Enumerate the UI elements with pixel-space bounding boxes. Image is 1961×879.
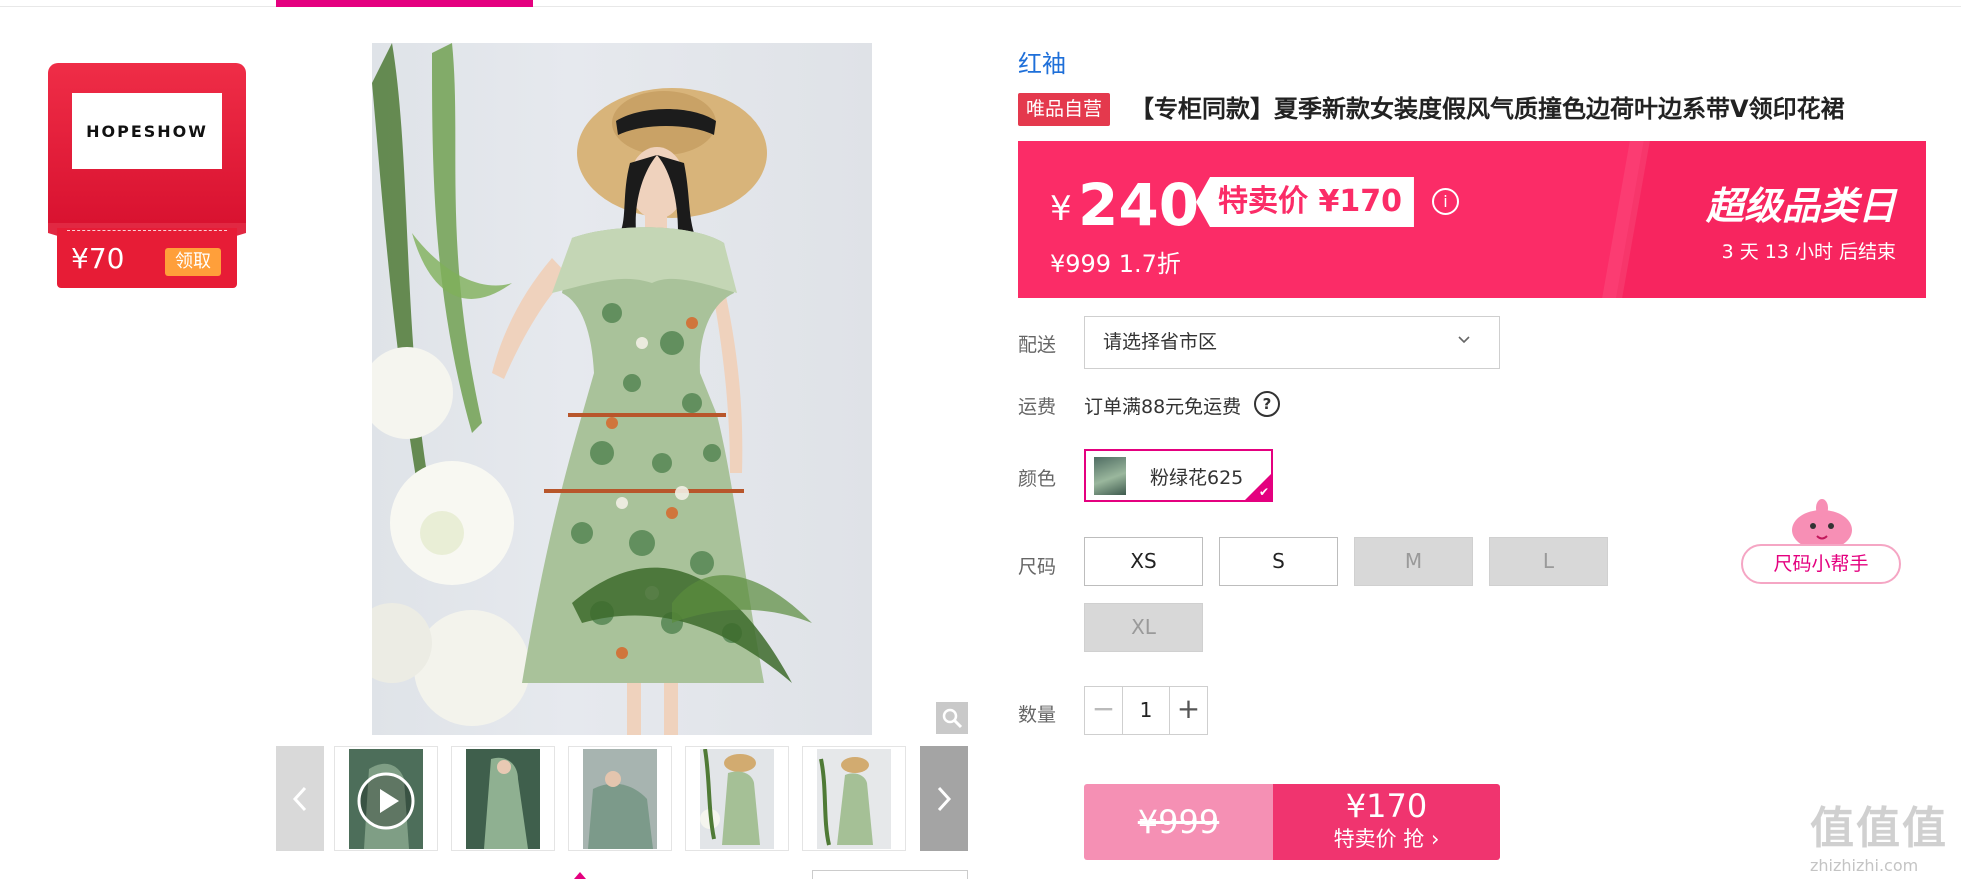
cutoff-control xyxy=(812,870,968,879)
thumbnail-2[interactable] xyxy=(451,746,555,851)
buy-button[interactable]: ¥999 ¥170 特卖价 抢 › xyxy=(1084,784,1500,860)
self-operated-badge: 唯品自营 xyxy=(1018,93,1111,126)
product-title: 【专柜同款】夏季新款女装度假风气质撞色边荷叶边系带V领印花裙 xyxy=(1130,95,1845,123)
claim-coupon-button[interactable]: 领取 xyxy=(165,248,221,276)
quantity-increment-button[interactable]: + xyxy=(1169,687,1207,734)
store-card[interactable]: HOPESHOW ¥70 领取 xyxy=(48,63,246,288)
question-icon[interactable]: ? xyxy=(1254,391,1280,417)
up-arrow-icon xyxy=(574,872,586,879)
special-price-tag: 特卖价 ¥170 xyxy=(1196,177,1414,227)
promo-title: 超级品类日 xyxy=(1705,184,1896,228)
size-option-m[interactable]: M xyxy=(1354,537,1473,586)
thumbnail-prev-button[interactable] xyxy=(276,746,324,851)
info-icon[interactable]: i xyxy=(1432,188,1459,215)
thumbnail-image xyxy=(700,748,774,849)
watermark: 值值值 zhizhizhi.com xyxy=(1810,792,1955,875)
coupon-divider xyxy=(67,230,227,231)
size-label: 尺码 xyxy=(1018,556,1057,578)
price-banner: ¥ 240 特卖价 ¥170 i ¥999 1.7折 超级品类日 3 天 13 … xyxy=(1018,141,1926,298)
watermark-url: zhizhizhi.com xyxy=(1810,856,1919,875)
color-option-selected[interactable]: 粉绿花625 ✔ xyxy=(1084,449,1273,502)
quantity-value[interactable]: 1 xyxy=(1123,687,1169,734)
thumbnail-image xyxy=(466,748,540,849)
delivery-label: 配送 xyxy=(1018,334,1057,356)
promo-countdown: 3 天 13 小时 后结束 xyxy=(1721,241,1896,263)
original-price-discount: ¥999 1.7折 xyxy=(1050,250,1181,278)
magnifier-icon xyxy=(942,708,963,729)
chevron-right-icon xyxy=(937,786,952,811)
buy-action-label: 特卖价 抢 › xyxy=(1333,827,1440,851)
thumbnail-next-button[interactable] xyxy=(920,746,968,851)
shipping-label: 运费 xyxy=(1018,396,1057,418)
quantity-stepper: − 1 + xyxy=(1084,686,1208,735)
quantity-decrement-button[interactable]: − xyxy=(1085,687,1123,734)
thumbnail-image xyxy=(349,748,423,849)
top-nav-active-indicator xyxy=(276,0,533,7)
currency-symbol: ¥ xyxy=(1050,189,1072,229)
thumbnail-image xyxy=(583,748,657,849)
checkmark-icon: ✔ xyxy=(1258,485,1269,499)
size-option-s[interactable]: S xyxy=(1219,537,1338,586)
region-select[interactable]: 请选择省市区 xyxy=(1084,316,1500,369)
color-option-label: 粉绿花625 xyxy=(1150,467,1244,489)
mascot-icon xyxy=(1792,499,1852,550)
size-option-xl[interactable]: XL xyxy=(1084,603,1203,652)
store-coupon[interactable]: ¥70 领取 xyxy=(57,228,237,288)
size-option-l[interactable]: L xyxy=(1489,537,1608,586)
thumbnail-video[interactable] xyxy=(334,746,438,851)
color-label: 颜色 xyxy=(1018,468,1057,490)
buy-special[interactable]: ¥170 特卖价 抢 › xyxy=(1273,784,1500,860)
buy-original-price: ¥999 xyxy=(1084,784,1273,860)
coupon-amount: ¥70 xyxy=(71,242,125,275)
zoom-button[interactable] xyxy=(936,702,968,734)
product-photo xyxy=(372,43,812,735)
store-logo: HOPESHOW xyxy=(72,93,222,169)
thumbnail-image xyxy=(817,748,891,849)
size-helper-label: 尺码小帮手 xyxy=(1741,544,1901,584)
color-swatch-image xyxy=(1094,457,1126,495)
brand-link[interactable]: 红袖 xyxy=(1018,44,1066,79)
size-option-xs[interactable]: XS xyxy=(1084,537,1203,586)
chevron-down-icon xyxy=(1458,336,1470,344)
shipping-text: 订单满88元免运费 xyxy=(1084,396,1242,418)
watermark-logo: 值值值 xyxy=(1810,803,1948,854)
size-helper-button[interactable]: 尺码小帮手 xyxy=(1741,498,1901,588)
quantity-label: 数量 xyxy=(1018,704,1057,726)
thumbnail-5[interactable] xyxy=(802,746,906,851)
product-main-image[interactable] xyxy=(372,43,872,735)
current-price: 240 xyxy=(1078,171,1200,239)
thumbnail-3[interactable] xyxy=(568,746,672,851)
buy-special-price: ¥170 xyxy=(1345,787,1428,825)
chevron-left-icon xyxy=(292,786,307,811)
thumbnail-4[interactable] xyxy=(685,746,789,851)
region-select-value: 请选择省市区 xyxy=(1103,331,1218,353)
